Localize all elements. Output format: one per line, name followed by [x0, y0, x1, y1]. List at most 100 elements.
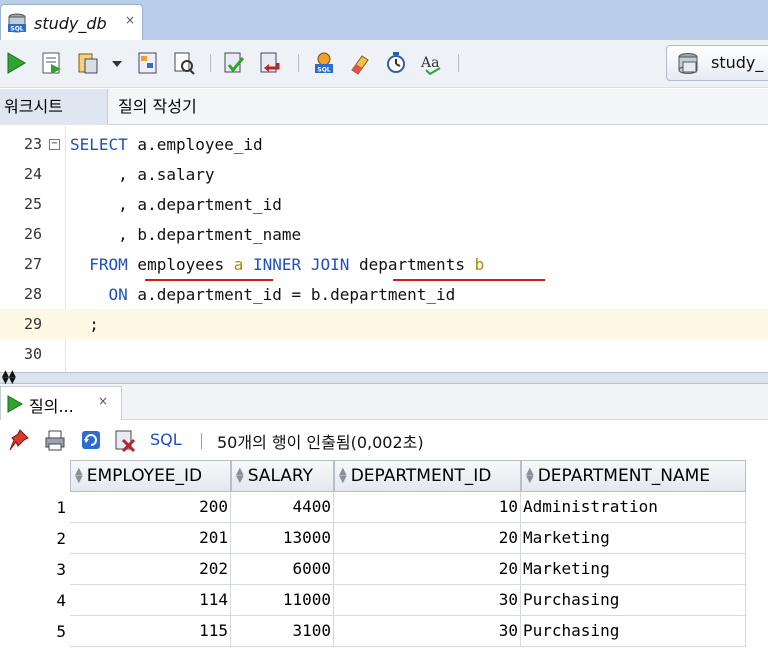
- document-tab-study-db[interactable]: SQL study_db ×: [0, 4, 143, 40]
- code-line-24: 24 , a.salary: [0, 159, 768, 189]
- cell-department-id[interactable]: 20: [334, 523, 521, 554]
- cell-salary[interactable]: 4400: [231, 492, 334, 523]
- table-row[interactable]: 1 200 4400 10 Administration: [0, 492, 748, 523]
- cell-department-id[interactable]: 30: [334, 616, 521, 647]
- pin-icon[interactable]: [8, 428, 30, 452]
- sort-icon[interactable]: ▲ ▼: [75, 467, 83, 485]
- svg-text:Aa: Aa: [420, 55, 439, 71]
- sort-icon[interactable]: ▲ ▼: [236, 467, 244, 485]
- clear-icon[interactable]: [348, 50, 372, 76]
- row-number: 4: [56, 591, 66, 610]
- commit-icon[interactable]: [222, 50, 246, 76]
- sort-icon[interactable]: ▲ ▼: [339, 467, 347, 485]
- cell-department-name[interactable]: Marketing: [521, 554, 746, 585]
- tab-worksheet[interactable]: 워크시트: [0, 89, 108, 125]
- refresh-icon[interactable]: [80, 428, 102, 452]
- column-header-employee-id[interactable]: ▲ ▼ EMPLOYEE_ID: [70, 460, 231, 492]
- explain-plan-icon[interactable]: [136, 50, 160, 76]
- cell-department-id[interactable]: 20: [334, 554, 521, 585]
- code-line-29: 29 ;: [0, 309, 768, 339]
- run-script-icon[interactable]: [40, 50, 64, 76]
- connection-selector[interactable]: study_: [666, 45, 768, 81]
- sql-timer-icon[interactable]: [384, 50, 408, 76]
- result-tab-close-icon[interactable]: ×: [98, 394, 108, 408]
- fetch-status: 50개의 행이 인출됨(0,002초): [217, 433, 424, 452]
- sql-history-icon[interactable]: SQL: [312, 50, 336, 76]
- sql-tuning-icon[interactable]: [172, 50, 196, 76]
- run-statement-icon[interactable]: [4, 50, 28, 76]
- cell-employee-id[interactable]: 202: [70, 554, 231, 585]
- code-line-30: 30: [0, 339, 768, 369]
- code-text: , a.department_id: [70, 195, 282, 214]
- table-departments: departments: [349, 255, 465, 274]
- table-row[interactable]: 4 114 11000 30 Purchasing: [0, 585, 748, 616]
- run-result-icon: [7, 395, 24, 413]
- column-header-salary[interactable]: ▲ ▼ SALARY: [231, 460, 334, 492]
- cell-department-name[interactable]: Purchasing: [521, 616, 746, 647]
- toolbar-separator: [298, 54, 299, 72]
- autotrace-icon[interactable]: [76, 50, 100, 76]
- sql-editor[interactable]: 23 − SELECT a.employee_id 24 , a.salary …: [0, 126, 768, 372]
- sort-icon[interactable]: ▲ ▼: [526, 467, 534, 485]
- cell-salary[interactable]: 11000: [231, 585, 334, 616]
- text-case-icon[interactable]: Aa: [420, 50, 444, 76]
- row-number: 1: [56, 498, 66, 517]
- rollback-icon[interactable]: [258, 50, 282, 76]
- keyword-inner-join: INNER JOIN: [243, 255, 350, 274]
- cell-department-name[interactable]: Marketing: [521, 523, 746, 554]
- table-row[interactable]: 2 201 13000 20 Marketing: [0, 523, 748, 554]
- cell-department-id[interactable]: 10: [334, 492, 521, 523]
- cell-department-name[interactable]: Purchasing: [521, 585, 746, 616]
- cell-employee-id[interactable]: 201: [70, 523, 231, 554]
- tab-query-builder[interactable]: 질의 작성기: [108, 89, 207, 125]
- result-grid[interactable]: ▲ ▼ EMPLOYEE_ID ▲ ▼ SALARY ▲ ▼ DEPARTMENT_ID ▲…: [0, 460, 768, 649]
- code-text: ON a.department_id = b.department_id: [70, 285, 456, 304]
- cell-employee-id[interactable]: 200: [70, 492, 231, 523]
- table-row[interactable]: 5 115 3100 30 Purchasing: [0, 616, 748, 647]
- splitter-arrows-icon[interactable]: ▲▲ ▼▼: [2, 370, 16, 386]
- cell-salary[interactable]: 3100: [231, 616, 334, 647]
- results-tab-bar: 질의... ×: [0, 384, 768, 420]
- fold-collapse-icon[interactable]: −: [49, 139, 60, 150]
- cell-department-name[interactable]: Administration: [521, 492, 746, 523]
- code-text: , a.salary: [70, 165, 215, 184]
- cell-department-id[interactable]: 30: [334, 585, 521, 616]
- code-line-27: 27 FROM employees a INNER JOIN departmen…: [0, 249, 768, 279]
- column-header-department-name[interactable]: ▲ ▼ DEPARTMENT_NAME: [521, 460, 746, 492]
- cell-salary[interactable]: 6000: [231, 554, 334, 585]
- code-line-25: 25 , a.department_id: [0, 189, 768, 219]
- dropdown-arrow-icon[interactable]: [110, 50, 124, 76]
- svg-text:SQL: SQL: [317, 67, 330, 74]
- column-header-department-id[interactable]: ▲ ▼ DEPARTMENT_ID: [334, 460, 521, 492]
- alias-a: a: [224, 255, 244, 274]
- annotation-underline-employees: [145, 279, 273, 281]
- code-text: SELECT a.employee_id: [70, 135, 263, 154]
- cell-employee-id[interactable]: 114: [70, 585, 231, 616]
- document-tab-close-icon[interactable]: ×: [125, 13, 135, 27]
- database-connection-icon: [678, 53, 698, 74]
- cancel-query-icon[interactable]: [114, 428, 136, 452]
- table-row[interactable]: 3 202 6000 20 Marketing: [0, 554, 748, 585]
- tab-query-result[interactable]: 질의... ×: [0, 386, 122, 420]
- line-number: 25: [23, 195, 42, 213]
- view-sql-link[interactable]: SQL: [150, 430, 182, 449]
- row-number: 2: [56, 529, 66, 548]
- code-text: , b.department_name: [70, 225, 302, 244]
- cell-salary[interactable]: 13000: [231, 523, 334, 554]
- code-text: ;: [70, 315, 99, 334]
- toolbar-separator: [458, 54, 459, 72]
- document-tab-strip: SQL study_db ×: [0, 0, 768, 40]
- print-icon[interactable]: [44, 428, 66, 452]
- panel-splitter[interactable]: ▲▲ ▼▼: [0, 370, 768, 386]
- cell-employee-id[interactable]: 115: [70, 616, 231, 647]
- worksheet-toolbar: SQL Aa study_: [0, 40, 768, 88]
- line-number: 30: [23, 345, 42, 363]
- line-number: 28: [23, 285, 42, 303]
- line-number: 26: [23, 225, 42, 243]
- keyword-on: ON: [70, 285, 128, 304]
- line-number: 29: [23, 315, 42, 333]
- join-condition: a.department_id = b.department_id: [127, 285, 456, 304]
- svg-text:SQL: SQL: [10, 26, 23, 33]
- keyword-from: FROM: [70, 255, 128, 274]
- annotation-underline-departments: [393, 279, 545, 281]
